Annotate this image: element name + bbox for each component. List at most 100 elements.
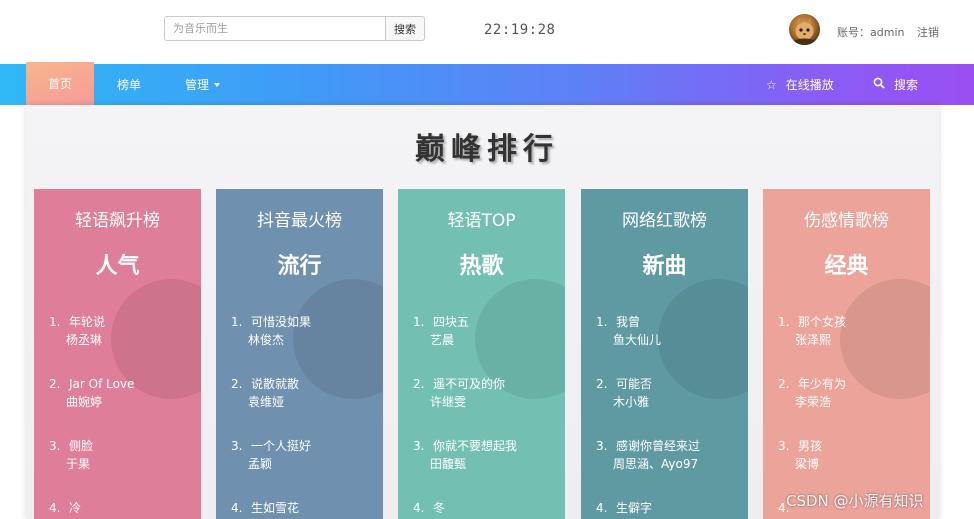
nav-home-label: 首页 xyxy=(47,77,72,91)
song-artist: 许继雯 xyxy=(430,395,467,409)
song-artist: 杨丞琳 xyxy=(66,333,103,347)
song-rank: 1. xyxy=(778,315,790,329)
song-title: 生如雪花 xyxy=(251,501,300,515)
nav-ranking-label: 榜单 xyxy=(117,78,142,92)
ranking-card[interactable]: 网络红歌榜 新曲 1. 我曾 鱼大仙儿 2. 可能否 木小雅 3. 感谢你曾经来过 周思涵、Ayo9… xyxy=(581,189,748,519)
song-artist: 于果 xyxy=(66,457,91,471)
song-artist: 张泽熙 xyxy=(795,333,832,347)
song-rank: 3. xyxy=(596,439,608,453)
song-title: 那个女孩 xyxy=(798,315,847,329)
song-item[interactable]: 1. 年轮说 杨丞琳 xyxy=(49,313,105,349)
song-item[interactable]: 3. 男孩 梁博 xyxy=(778,437,822,473)
card-title: 网络红歌榜 xyxy=(622,211,707,231)
song-title: 我曾 xyxy=(616,315,641,329)
card-tag: 经典 xyxy=(824,254,869,279)
nav-manage-label: 管理 xyxy=(185,78,210,92)
song-title: Jar Of Love xyxy=(69,377,135,391)
song-title: 遥不可及的你 xyxy=(433,377,506,391)
song-title: 感谢你曾经来过 xyxy=(616,439,701,453)
ranking-card[interactable]: 轻语TOP 热歌 1. 四块五艺晨 2. 遥不可及的你 许继雯 3. 你就不要想起我 田馥甄 4. 冬 xyxy=(398,189,565,519)
song-artist: 孟颖 xyxy=(248,457,273,471)
song-title: 说散就散 xyxy=(251,377,300,391)
song-rank: 4. xyxy=(596,501,608,515)
clock: 22:19:28 xyxy=(484,22,556,38)
ranking-card[interactable]: 抖音最火榜流行 1. 可惜没如果 林俊杰 2. 说散就散袁维娅 3. 一个人挺好孟颖 4. 生如雪… xyxy=(216,189,383,519)
song-rank: 2. xyxy=(413,377,425,391)
card-tag: 流行 xyxy=(277,254,322,279)
song-item[interactable]: 1. 那个女孩张泽熙 xyxy=(778,313,846,349)
card-title: 抖音最火榜 xyxy=(257,211,342,231)
song-item[interactable]: 1. 四块五艺晨 xyxy=(413,313,469,349)
song-rank: 1. xyxy=(231,315,243,329)
song-item[interactable]: 3. 感谢你曾经来过 周思涵、Ayo97 xyxy=(596,437,700,473)
card-decoration xyxy=(658,279,748,399)
song-artist: 木小雅 xyxy=(613,395,650,409)
song-title: 可能否 xyxy=(616,377,653,391)
song-rank: 4. xyxy=(413,501,425,515)
song-item[interactable]: 4. 冷 xyxy=(49,499,81,517)
song-rank: 2. xyxy=(778,377,790,391)
song-item[interactable]: 2. 说散就散袁维娅 xyxy=(231,375,299,411)
song-artist: 袁维娅 xyxy=(248,395,285,409)
ranking-card[interactable]: 伤感情歌榜 经典 1. 那个女孩 张泽熙 2. 年少有为 李荣浩 3. 男孩 梁博 4. xyxy=(763,189,930,519)
card-title: 轻语TOP xyxy=(447,211,516,231)
song-artist: 艺晨 xyxy=(430,333,455,347)
cat-avatar-icon xyxy=(793,17,816,45)
song-artist: 鱼大仙儿 xyxy=(613,333,662,347)
song-rank: 2. xyxy=(49,377,61,391)
song-title: 男孩 xyxy=(798,439,823,453)
song-title: 侧脸 xyxy=(69,439,94,453)
song-item[interactable]: 1. 可惜没如果 林俊杰 xyxy=(231,313,311,349)
ranking-card[interactable]: 轻语飙升榜人气 1. 年轮说 杨丞琳 2. Jar Of Love 曲婉婷 3. 侧脸于果 4. 冷 xyxy=(34,189,201,519)
top-header: 搜索 22:19:28 账号：admin 注销 xyxy=(0,0,974,64)
song-rank: 2. xyxy=(231,377,243,391)
nav-home[interactable]: 首页 xyxy=(26,62,94,105)
song-rank: 1. xyxy=(49,315,61,329)
logout-link[interactable]: 注销 xyxy=(917,24,939,40)
song-item[interactable]: 4. 生僻字 xyxy=(596,499,652,517)
song-rank: 1. xyxy=(596,315,608,329)
song-title: 年少有为 xyxy=(798,377,847,391)
card-tag: 新曲 xyxy=(642,254,687,279)
song-item[interactable]: 2. Jar Of Love 曲婉婷 xyxy=(49,375,134,411)
star-icon: ☆ xyxy=(766,77,777,92)
song-item[interactable]: 3. 你就不要想起我 田馥甄 xyxy=(413,437,517,473)
search-button[interactable]: 搜索 xyxy=(386,16,425,41)
song-item[interactable]: 2. 可能否木小雅 xyxy=(596,375,652,411)
song-title: 四块五 xyxy=(433,315,470,329)
song-item[interactable]: 2. 遥不可及的你 许继雯 xyxy=(413,375,505,411)
card-tag: 人气 xyxy=(95,254,140,279)
song-rank: 1. xyxy=(413,315,425,329)
search-input[interactable] xyxy=(164,16,386,41)
card-title: 轻语飙升榜 xyxy=(75,211,160,231)
song-rank: 3. xyxy=(49,439,61,453)
song-item[interactable]: 3. 侧脸于果 xyxy=(49,437,93,473)
song-item[interactable]: 4. 生如雪花 xyxy=(231,499,299,517)
song-artist: 曲婉婷 xyxy=(66,395,103,409)
song-title: 一个人挺好 xyxy=(251,439,312,453)
nav-online-play[interactable]: ☆ 在线播放 xyxy=(766,64,834,105)
card-tag: 热歌 xyxy=(459,254,504,279)
watermark: CSDN @小源有知识 xyxy=(786,492,924,510)
avatar[interactable] xyxy=(789,14,820,45)
nav-manage-dropdown[interactable]: 管理 xyxy=(185,64,221,105)
song-artist: 林俊杰 xyxy=(248,333,285,347)
song-rank: 2. xyxy=(596,377,608,391)
nav-ranking[interactable]: 榜单 xyxy=(117,64,141,105)
song-item[interactable]: 3. 一个人挺好孟颖 xyxy=(231,437,311,473)
song-item[interactable]: 2. 年少有为李荣浩 xyxy=(778,375,846,411)
nav-search-label: 搜索 xyxy=(894,78,919,92)
card-decoration xyxy=(840,279,930,399)
song-item[interactable]: 4. 冬 xyxy=(413,499,445,517)
nav-search[interactable]: 搜索 xyxy=(873,64,918,105)
song-rank: 4. xyxy=(49,501,61,515)
song-title: 冷 xyxy=(69,501,82,515)
song-artist: 李荣浩 xyxy=(795,395,832,409)
song-rank: 3. xyxy=(231,439,243,453)
nav-online-play-label: 在线播放 xyxy=(785,78,834,92)
account-label: 账号：admin xyxy=(837,26,905,39)
song-title: 冬 xyxy=(433,501,446,515)
song-rank: 4. xyxy=(231,501,243,515)
page-title: 巅峰排行 xyxy=(415,132,559,167)
song-item[interactable]: 1. 我曾鱼大仙儿 xyxy=(596,313,661,349)
